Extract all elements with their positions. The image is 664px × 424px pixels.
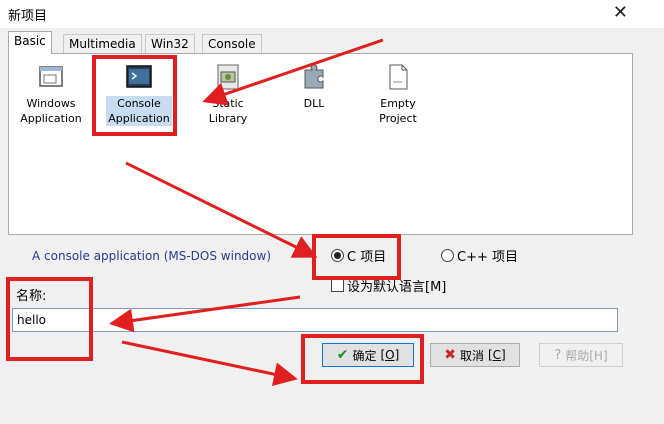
arrow-to-name-input [109, 295, 301, 333]
tab-basic[interactable]: Basic [8, 31, 52, 54]
arrow-to-static-library [202, 38, 384, 106]
arrow-to-c-project [125, 161, 318, 258]
arrow-to-ok-button [121, 340, 298, 387]
annotation-arrows [109, 38, 384, 387]
